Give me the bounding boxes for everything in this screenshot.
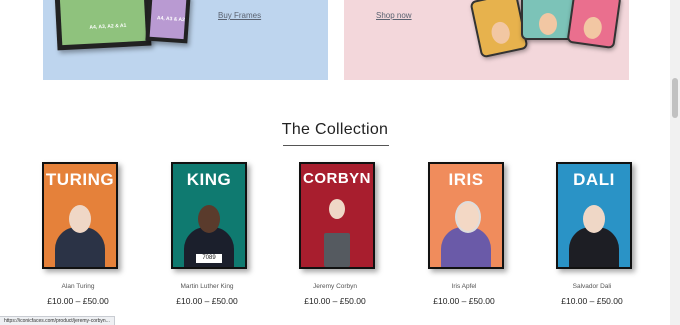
phone-case-image	[566, 0, 622, 50]
phone-case-image	[469, 0, 529, 59]
frame-art-small: A4, A3 & A2	[145, 0, 191, 44]
product-price: £10.00 – £50.00	[304, 296, 366, 306]
frame-art-large: A4, A3, A2 & A1	[54, 0, 152, 51]
product-name[interactable]: Salvador Dali	[554, 283, 630, 290]
frame-art-label-small: A4, A3 & A2	[156, 15, 186, 24]
shop-now-link[interactable]: Shop now	[376, 11, 412, 20]
product-card-king[interactable]: KING 7089 Martin Luther King £10.00 – £5…	[169, 162, 247, 306]
poster-title: CORBYN	[302, 170, 371, 187]
title-underline	[283, 145, 389, 146]
product-name[interactable]: Jeremy Corbyn	[297, 283, 373, 290]
product-poster[interactable]: IRIS	[428, 162, 504, 269]
product-card-corbyn[interactable]: CORBYN Jeremy Corbyn £10.00 – £50.00	[297, 162, 375, 306]
poster-title: KING	[186, 170, 232, 189]
poster-number-tag: 7089	[196, 254, 222, 263]
scrollbar[interactable]	[670, 0, 680, 325]
product-poster[interactable]: TURING	[42, 162, 118, 269]
product-poster[interactable]: CORBYN	[299, 162, 375, 269]
product-price: £10.00 – £50.00	[561, 296, 623, 306]
scrollbar-thumb[interactable]	[672, 78, 678, 118]
product-poster[interactable]: DALI	[556, 162, 632, 269]
poster-title: TURING	[45, 170, 115, 189]
product-price: £10.00 – £50.00	[433, 296, 495, 306]
product-name[interactable]: Alan Turing	[40, 283, 116, 290]
product-card-dali[interactable]: DALI Salvador Dali £10.00 – £50.00	[554, 162, 632, 306]
product-price: £10.00 – £50.00	[176, 296, 238, 306]
product-card-iris[interactable]: IRIS Iris Apfel £10.00 – £50.00	[426, 162, 504, 306]
product-price: £10.00 – £50.00	[47, 296, 109, 306]
poster-title: IRIS	[448, 170, 484, 189]
buy-frames-link[interactable]: Buy Frames	[218, 11, 261, 20]
product-card-turing[interactable]: TURING Alan Turing £10.00 – £50.00	[40, 162, 118, 306]
poster-title: DALI	[573, 170, 615, 189]
product-poster[interactable]: KING 7089	[171, 162, 247, 269]
section-title: The Collection	[281, 121, 389, 138]
frame-art-label: A4, A3, A2 & A1	[89, 22, 127, 31]
product-name[interactable]: Iris Apfel	[426, 283, 502, 290]
product-name[interactable]: Martin Luther King	[169, 283, 245, 290]
browser-status-bar: https://iconicfaces.com/product/jeremy-c…	[0, 316, 115, 325]
frames-banner[interactable]: A4, A3, A2 & A1 A4, A3 & A2 Buy Frames	[43, 0, 328, 80]
phone-cases-banner[interactable]: Shop now	[344, 0, 629, 80]
